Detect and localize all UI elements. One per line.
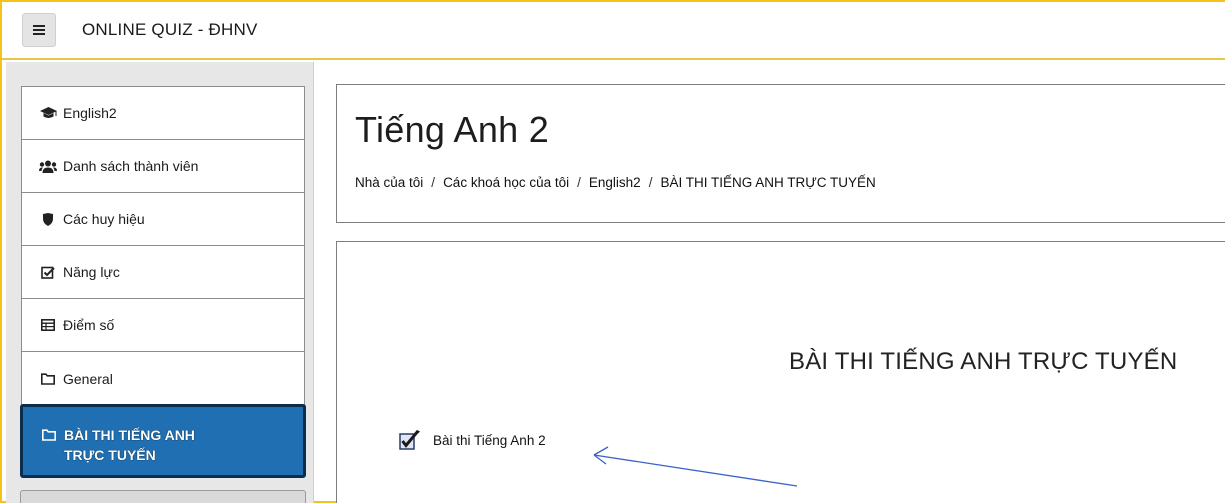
sidebar-item-participants[interactable]: Danh sách thành viên [22, 140, 304, 193]
sidebar-item-english2[interactable]: English2 [22, 87, 304, 140]
sidebar-item-label: Danh sách thành viên [63, 158, 199, 174]
top-navbar: ONLINE QUIZ - ĐHNV [2, 2, 1225, 60]
breadcrumb-course[interactable]: English2 [589, 175, 641, 190]
sidebar-item-label: Các huy hiệu [63, 211, 145, 227]
breadcrumb: Nhà của tôi / Các khoá học của tôi / Eng… [355, 175, 876, 190]
sidebar-item-grades[interactable]: Điểm số [22, 299, 304, 352]
breadcrumb-home[interactable]: Nhà của tôi [355, 175, 423, 190]
sidebar-item-general[interactable]: General [22, 352, 304, 405]
breadcrumb-separator: / [431, 175, 436, 190]
sidebar-item-label-line1: BÀI THI TIẾNG ANH [64, 427, 195, 443]
quiz-link-label: Bài thi Tiếng Anh 2 [433, 432, 546, 448]
sidebar-item-label-line2: TRỰC TUYẾN [64, 447, 156, 463]
course-content: BÀI THI TIẾNG ANH TRỰC TUYẾN Bài thi Tiế… [336, 241, 1225, 503]
users-icon [39, 159, 57, 173]
folder-icon [39, 372, 57, 386]
sidebar-item-label: General [63, 370, 113, 387]
course-nav-list: English2 Danh sách thành viên Các huy hi… [21, 86, 305, 406]
sidebar-item-label: Năng lực [63, 264, 120, 280]
section-title: BÀI THI TIẾNG ANH TRỰC TUYẾN [789, 348, 1178, 375]
folder-icon [40, 428, 58, 442]
breadcrumb-section[interactable]: BÀI THI TIẾNG ANH TRỰC TUYẾN [660, 175, 875, 190]
hamburger-icon [33, 25, 45, 35]
sidebar-item-label: English2 [63, 105, 117, 121]
shield-icon [39, 212, 57, 226]
sidebar-item-online-exam[interactable]: BÀI THI TIẾNG ANH TRỰC TUYẾN [20, 404, 306, 478]
sidebar-item-competencies[interactable]: Năng lực [22, 246, 304, 299]
quiz-checkbox-icon [399, 429, 421, 451]
check-square-icon [39, 265, 57, 279]
sidebar-item-label: Điểm số [63, 317, 115, 333]
quiz-activity-link[interactable]: Bài thi Tiếng Anh 2 [399, 429, 546, 451]
page-header: Tiếng Anh 2 Nhà của tôi / Các khoá học c… [336, 84, 1225, 223]
graduation-cap-icon [39, 106, 57, 120]
site-title[interactable]: ONLINE QUIZ - ĐHNV [82, 20, 258, 40]
breadcrumb-my-courses[interactable]: Các khoá học của tôi [443, 175, 569, 190]
breadcrumb-separator: / [648, 175, 653, 190]
sidebar-item-badges[interactable]: Các huy hiệu [22, 193, 304, 246]
table-icon [39, 318, 57, 332]
breadcrumb-separator: / [577, 175, 581, 190]
menu-toggle-button[interactable] [22, 13, 56, 47]
sidebar: English2 Danh sách thành viên Các huy hi… [6, 62, 314, 503]
page-title: Tiếng Anh 2 [355, 109, 550, 150]
sidebar-next-block [20, 490, 306, 503]
